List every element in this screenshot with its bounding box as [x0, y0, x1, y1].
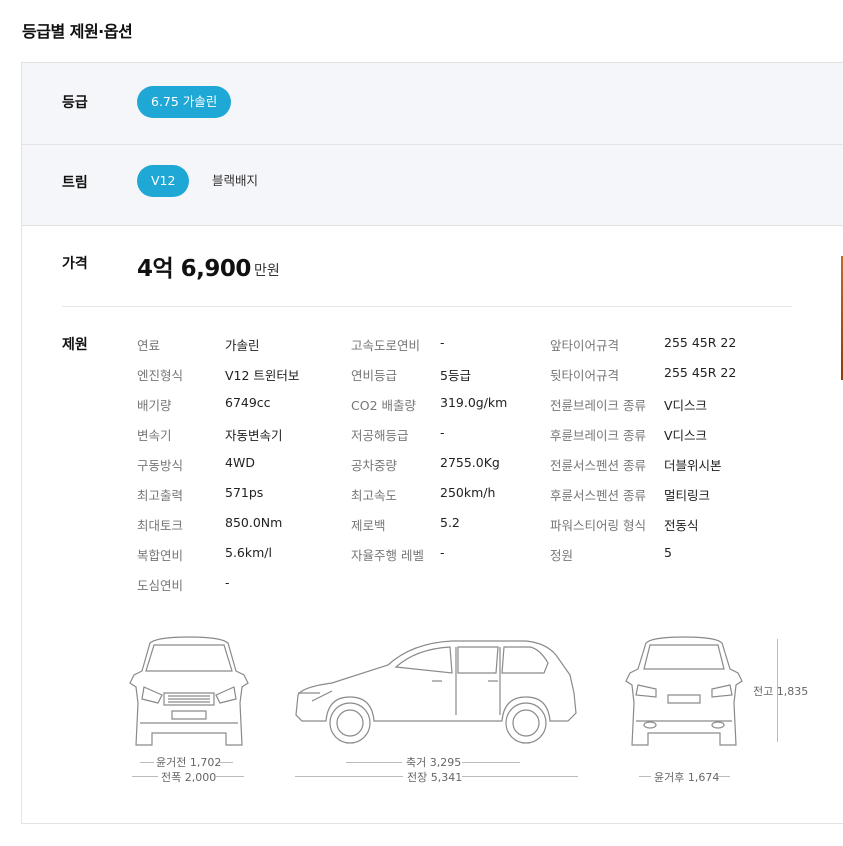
specs-label: 제원 — [62, 337, 88, 353]
car-front-view-icon — [129, 636, 249, 746]
spec-key: 최고출력 — [137, 488, 184, 503]
spec-value: 255 45R 22 — [664, 335, 737, 350]
rear-track-line-right — [718, 776, 730, 777]
spec-key: 최고속도 — [351, 488, 398, 503]
spec-value: 319.0g/km — [440, 395, 508, 410]
spec-value: 가솔린 — [225, 338, 260, 353]
price-unit: 만원 — [254, 263, 280, 279]
wheelbase-line-right — [462, 762, 520, 763]
width-line-left — [132, 776, 158, 777]
spec-key: 저공해등급 — [351, 428, 409, 443]
spec-key: 파워스티어링 형식 — [550, 518, 646, 533]
spec-value: V12 트윈터보 — [225, 368, 300, 383]
length-line-right — [462, 776, 578, 777]
spec-key: 전륜브레이크 종류 — [550, 398, 646, 413]
spec-key: 변속기 — [137, 428, 172, 443]
spec-key: 도심연비 — [137, 578, 184, 593]
trim-chip-black-badge[interactable]: 블랙배지 — [198, 165, 272, 197]
spec-key: CO2 배출량 — [351, 398, 416, 413]
grade-label: 등급 — [62, 95, 88, 111]
spec-value: 255 45R 22 — [664, 365, 737, 380]
spec-key: 연비등급 — [351, 368, 398, 383]
page-title: 등급별 제원·옵션 — [22, 22, 133, 41]
width-line-right — [216, 776, 244, 777]
spec-key: 후륜브레이크 종류 — [550, 428, 646, 443]
width-label: 전폭 2,000 — [161, 771, 217, 784]
spec-key: 앞타이어규격 — [550, 338, 620, 353]
car-side-view-icon — [295, 640, 577, 744]
spec-key: 정원 — [550, 548, 574, 563]
spec-key: 후륜서스펜션 종류 — [550, 488, 646, 503]
front-track-line-right — [219, 762, 233, 763]
spec-key: 연료 — [137, 338, 161, 353]
spec-key: 자율주행 레벨 — [351, 548, 424, 563]
spec-value: V디스크 — [664, 398, 708, 413]
spec-value: 571ps — [225, 485, 264, 500]
spec-key: 최대토크 — [137, 518, 184, 533]
spec-key: 엔진형식 — [137, 368, 184, 383]
spec-key: 고속도로연비 — [351, 338, 421, 353]
rear-track-label: 윤거후 1,674 — [654, 771, 720, 784]
wheelbase-line-left — [346, 762, 402, 763]
spec-value: 자동변속기 — [225, 428, 283, 443]
spec-value: 4WD — [225, 455, 255, 470]
spec-key: 제로백 — [351, 518, 386, 533]
length-label: 전장 5,341 — [407, 771, 463, 784]
front-track-label: 윤거전 1,702 — [156, 756, 222, 769]
trim-chip-v12[interactable]: V12 — [137, 165, 190, 197]
spec-value: - — [440, 425, 445, 440]
height-label: 전고 1,835 — [753, 685, 809, 698]
wheelbase-label: 축거 3,295 — [406, 756, 462, 769]
spec-value: - — [440, 335, 445, 350]
spec-value: 더블위시본 — [664, 458, 722, 473]
spec-value: - — [440, 545, 445, 560]
front-track-line-left — [140, 762, 154, 763]
trim-row: 트림 V12 블랙배지 — [22, 145, 843, 226]
spec-value: 5등급 — [440, 368, 471, 383]
spec-value: - — [225, 575, 230, 590]
spec-value: 6749cc — [225, 395, 271, 410]
car-rear-view-icon — [625, 636, 743, 746]
spec-value: 5 — [664, 545, 672, 560]
spec-key: 뒷타이어규격 — [550, 368, 620, 383]
spec-value: 850.0Nm — [225, 515, 283, 530]
spec-value: 250km/h — [440, 485, 496, 500]
spec-value: 멀티링크 — [664, 488, 711, 503]
spec-key: 공차중량 — [351, 458, 398, 473]
spec-key: 구동방식 — [137, 458, 184, 473]
price-value: 4억 6,900 — [137, 256, 251, 282]
spec-value: 2755.0Kg — [440, 455, 500, 470]
spec-panel: 등급 6.75 가솔린 트림 V12 블랙배지 가격 4억 6,900 만원 제… — [21, 62, 843, 824]
length-line-left — [295, 776, 403, 777]
spec-value: 5.2 — [440, 515, 460, 530]
spec-value: 5.6km/l — [225, 545, 272, 560]
price-label: 가격 — [62, 256, 88, 272]
spec-key: 복합연비 — [137, 548, 184, 563]
spec-value: V디스크 — [664, 428, 708, 443]
grade-chip-6-75-gasoline[interactable]: 6.75 가솔린 — [137, 86, 232, 118]
spec-key: 전륜서스펜션 종류 — [550, 458, 646, 473]
grade-row: 등급 6.75 가솔린 — [22, 63, 843, 145]
trim-label: 트림 — [62, 175, 88, 191]
rear-track-line-left — [639, 776, 651, 777]
spec-key: 배기량 — [137, 398, 172, 413]
price-divider — [62, 306, 792, 307]
spec-value: 전동식 — [664, 518, 699, 533]
